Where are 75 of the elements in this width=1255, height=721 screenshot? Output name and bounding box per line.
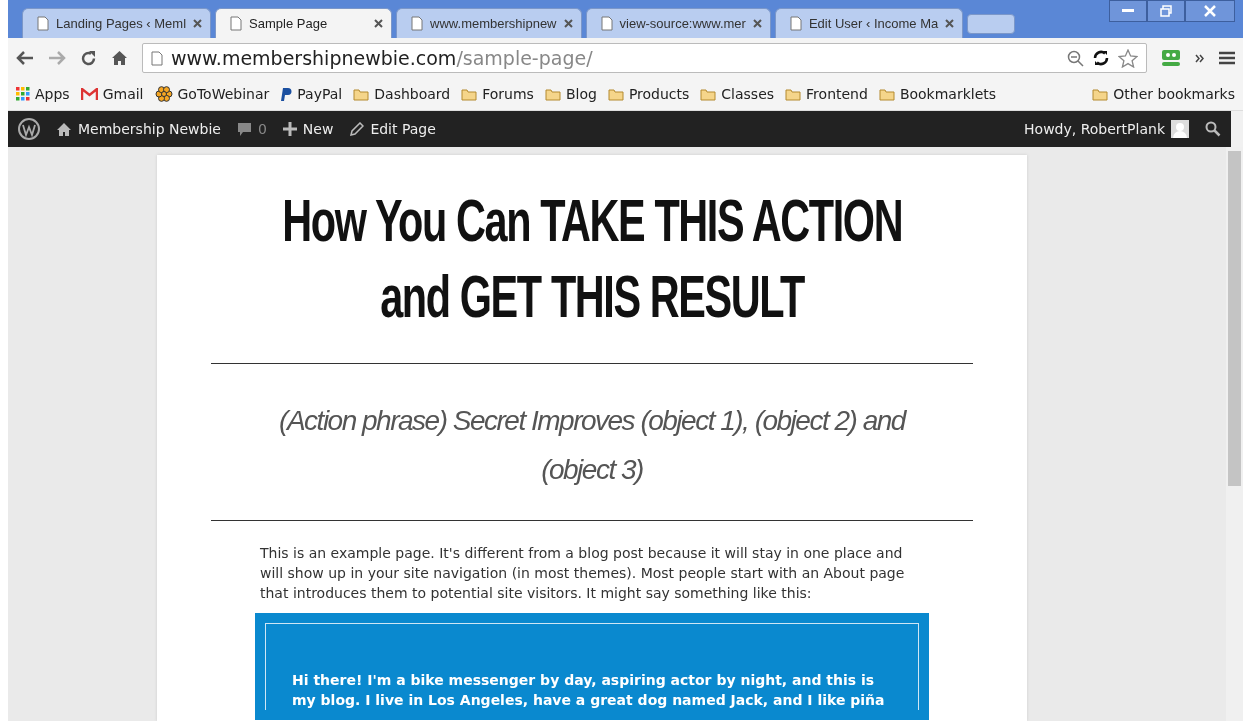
bookmark-link[interactable]: Dashboard: [353, 86, 451, 102]
bookmark-link[interactable]: GoToWebinar: [154, 85, 270, 103]
quote-text: Hi there! I'm a bike messenger by day, aspiring actor by night, and this is my blog. I live in Los Angeles, have a great dog named Jack, and I like piña: [292, 671, 886, 710]
p-logo-icon: [280, 86, 293, 102]
star-icon[interactable]: [1118, 48, 1138, 68]
account-link[interactable]: Howdy, RobertPlank: [1024, 120, 1189, 138]
zoom-out-icon[interactable]: [1067, 49, 1084, 67]
bookmark-link[interactable]: Classes: [700, 86, 775, 102]
reload-icon[interactable]: [80, 49, 97, 67]
pencil-icon: [349, 121, 365, 137]
bookmark-link[interactable]: Products: [607, 86, 690, 102]
bookmark-link[interactable]: Blog: [544, 86, 597, 102]
close-icon[interactable]: [945, 19, 955, 28]
extension-icon[interactable]: [1161, 49, 1181, 67]
home-icon[interactable]: [111, 50, 128, 66]
page-icon: [230, 16, 243, 31]
comments-link[interactable]: 0: [236, 121, 267, 137]
folder-icon: [878, 87, 895, 101]
plus-icon: [282, 122, 297, 136]
overflow-chevron-icon[interactable]: [1195, 53, 1205, 63]
browser-tab[interactable]: www.membershipnew: [396, 8, 582, 38]
close-icon[interactable]: [563, 19, 573, 28]
page-icon: [151, 50, 163, 66]
scrollbar[interactable]: [1226, 147, 1243, 721]
body-paragraph: This is an example page. It's different from a blog post because it will stay in one place and will show up in your site navigation (in most themes). Most people start with an About page that introduces them to potential site visitors. It might say something like this:: [260, 544, 906, 603]
search-icon[interactable]: [1205, 121, 1221, 137]
page-icon: [411, 16, 424, 31]
folder-icon: [353, 87, 370, 101]
folder-icon: [461, 87, 478, 101]
minimize-icon: [1122, 9, 1134, 13]
folder-icon: [785, 87, 802, 101]
bookmark-link[interactable]: PayPal: [280, 86, 343, 102]
bookmark-link[interactable]: Other bookmarks: [1092, 86, 1235, 102]
bookmark-link[interactable]: Forums: [461, 86, 534, 102]
edit-page-link[interactable]: Edit Page: [349, 121, 436, 137]
browser-tab[interactable]: Edit User ‹ Income Ma: [774, 8, 964, 38]
minimize-button[interactable]: [1109, 0, 1147, 22]
avatar-icon: [1171, 120, 1189, 138]
browser-tab[interactable]: Landing Pages ‹ Meml: [22, 8, 212, 38]
bookmark-link[interactable]: Apps: [16, 86, 70, 102]
close-window-button[interactable]: [1185, 0, 1235, 22]
mail-m-icon: [80, 87, 98, 101]
scroll-thumb[interactable]: [1228, 151, 1241, 486]
menu-icon[interactable]: [1219, 51, 1235, 65]
close-icon[interactable]: [374, 19, 384, 28]
restore-button[interactable]: [1147, 0, 1185, 22]
apps-grid-icon: [16, 87, 30, 101]
address-bar[interactable]: www.membershipnewbie.com/sample-page/: [142, 43, 1147, 73]
folder-icon: [700, 87, 717, 101]
page-subheading: (Action phrase) Secret Improves (object 1), (object 2) and (object 3): [278, 404, 908, 487]
new-link[interactable]: New: [282, 121, 334, 137]
site-link[interactable]: Membership Newbie: [56, 121, 221, 137]
close-icon[interactable]: [752, 19, 762, 28]
folder-icon: [1092, 87, 1109, 101]
flower-icon: [154, 85, 173, 103]
folder-icon: [544, 87, 561, 101]
bookmark-link[interactable]: Gmail: [80, 86, 144, 102]
bookmark-link[interactable]: Bookmarklets: [878, 86, 997, 102]
speech-bubble-icon: [236, 121, 252, 137]
back-icon[interactable]: [16, 51, 34, 65]
page-icon: [789, 16, 802, 31]
sync-arrows-icon[interactable]: [1092, 49, 1110, 67]
page-heading: How You Can TAKE THIS ACTION: [282, 186, 902, 256]
page-icon: [37, 16, 49, 31]
bookmark-link[interactable]: Frontend: [785, 86, 868, 102]
restore-icon: [1160, 5, 1172, 17]
browser-tab[interactable]: Sample Page: [215, 8, 393, 38]
close-icon: [1204, 5, 1216, 17]
close-icon[interactable]: [193, 19, 203, 28]
page-heading: and GET THIS RESULT: [380, 262, 804, 332]
browser-tab[interactable]: view-source:www.mer: [585, 8, 771, 38]
page-icon: [600, 16, 613, 31]
wordpress-logo-icon[interactable]: [18, 118, 40, 140]
home-icon: [56, 121, 72, 137]
folder-icon: [607, 87, 624, 101]
